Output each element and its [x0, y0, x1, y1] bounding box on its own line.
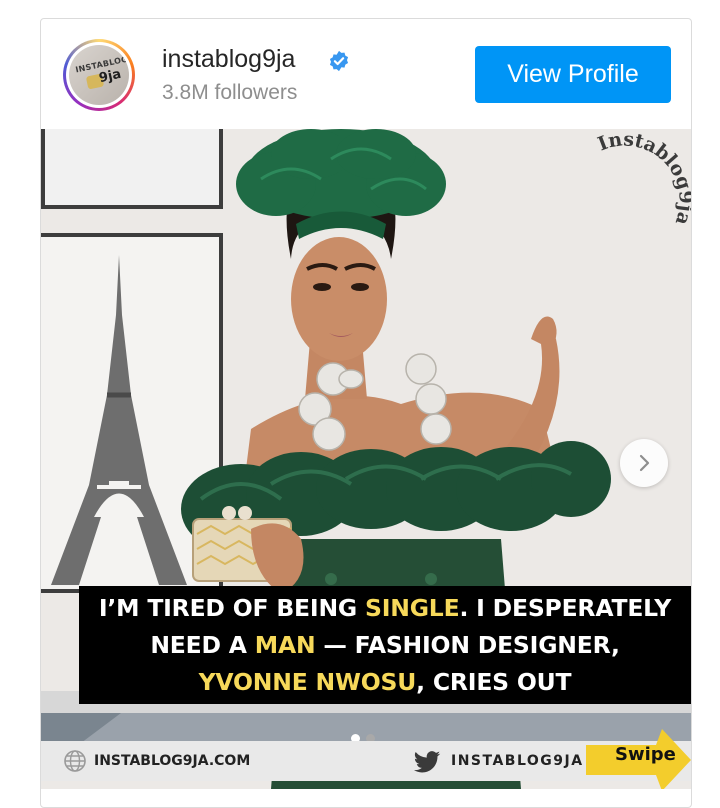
instagram-embed-card: INSTABLOG 9ja instablog9ja 3.8M follower… [40, 18, 692, 808]
svg-text:Instablog9ja: Instablog9ja [595, 129, 691, 228]
twitter-icon [413, 751, 441, 773]
twitter-handle: INSTABLOG9JA [451, 753, 584, 769]
chevron-right-icon [639, 454, 650, 472]
post-image[interactable]: Instablog9ja I’M TIRED OF BEING SINGLE. … [41, 129, 691, 789]
instablog9ja-watermark: Instablog9ja [595, 129, 691, 228]
avatar[interactable]: INSTABLOG 9ja [63, 39, 135, 111]
swipe-label: Swipe [615, 744, 676, 765]
avatar-logo-image: INSTABLOG 9ja [69, 45, 129, 105]
caption-line-3: YVONNE NWOSU, CRIES OUT [198, 667, 572, 696]
follower-count: 3.8M followers [162, 81, 298, 104]
headline-caption: I’M TIRED OF BEING SINGLE. I DESPERATELY… [79, 586, 691, 704]
watermark-text: Instablog9ja [595, 129, 691, 228]
username[interactable]: instablog9ja [162, 45, 295, 74]
caption-line-2: NEED A MAN — FASHION DESIGNER, [150, 630, 620, 659]
caption-line-1: I’M TIRED OF BEING SINGLE. I DESPERATELY [98, 593, 672, 622]
post-header: INSTABLOG 9ja instablog9ja 3.8M follower… [41, 19, 691, 129]
post-footer-banner: INSTABLOG9JA.COM INSTABLOG9JA Swipe [41, 729, 691, 789]
website-label: INSTABLOG9JA.COM [94, 753, 251, 769]
view-profile-button[interactable]: View Profile [475, 46, 671, 103]
globe-icon [64, 750, 86, 772]
verified-badge-icon [329, 50, 349, 72]
avatar-logo-9ja: 9ja [97, 66, 123, 87]
next-slide-button[interactable] [620, 439, 668, 487]
